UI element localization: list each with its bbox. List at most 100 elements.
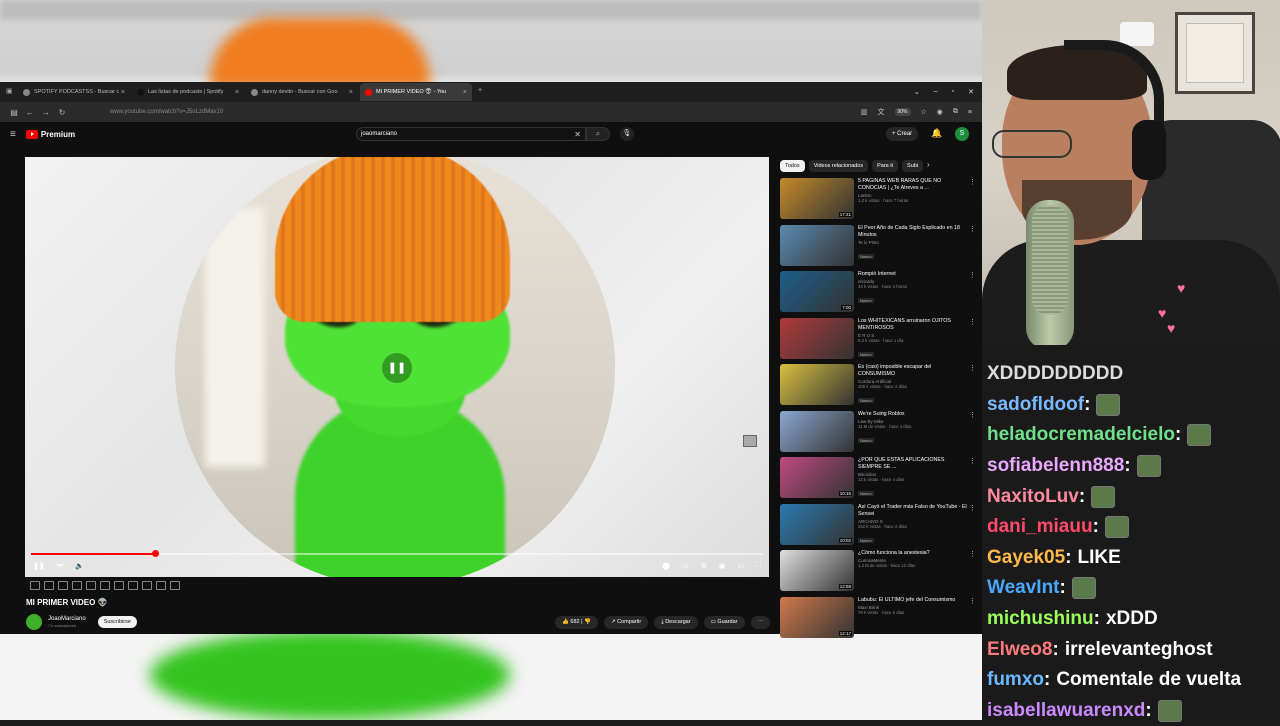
recommendation-channel[interactable]: Te lo Pinto xyxy=(858,240,967,245)
channel-name[interactable]: JoaoMarciano xyxy=(48,616,86,622)
reader-icon[interactable]: ▥ xyxy=(861,108,868,116)
thumbs-down-icon[interactable]: 👎 xyxy=(584,619,591,625)
recommendation-thumbnail[interactable]: 10:16 xyxy=(780,457,854,498)
more-options-icon[interactable]: ⋮ xyxy=(969,318,976,365)
close-window-icon[interactable]: ✕ xyxy=(968,88,974,96)
ext-settings-icon[interactable] xyxy=(170,581,180,590)
clear-search-icon[interactable]: ✕ xyxy=(574,130,581,139)
tab-spotify-lists[interactable]: Las listas de podcasts | Spotify × xyxy=(132,83,244,101)
speed-icon[interactable] xyxy=(114,581,124,590)
autoplay-toggle-icon[interactable]: ⬤ xyxy=(662,562,670,570)
progress-scrubber[interactable] xyxy=(151,550,159,557)
like-button[interactable]: 👍 682 | 👎 xyxy=(555,615,598,629)
chat-username[interactable]: Elweo8 xyxy=(987,639,1052,661)
recommendation-title[interactable]: Así Cayó el Trader más Falso de YouTube … xyxy=(858,504,967,518)
more-options-icon[interactable]: ⋮ xyxy=(969,225,976,272)
recommendation-thumbnail[interactable]: 7:00 xyxy=(780,271,854,312)
chat-username[interactable]: heladocremadelcielo xyxy=(987,424,1175,446)
youtube-logo[interactable]: Premium xyxy=(25,129,75,139)
notifications-bell-icon[interactable]: 🔔 xyxy=(931,128,942,139)
loop-icon[interactable] xyxy=(30,581,40,590)
volume-icon[interactable]: 🔈 xyxy=(75,562,84,570)
translate-icon[interactable]: 文 xyxy=(878,107,885,117)
recommendation-item[interactable]: 17:21 5 PAGINAS WEB RARAS QUE NO CONOCIAS… xyxy=(780,178,976,225)
more-options-icon[interactable]: ⋮ xyxy=(969,178,976,225)
download-button[interactable]: ⤓ Descargar xyxy=(654,615,698,629)
recommendation-title[interactable]: Es (casi) imposible escapar del CONSUMIS… xyxy=(858,364,967,378)
more-options-icon[interactable]: ⋮ xyxy=(969,364,976,411)
ab-icon[interactable] xyxy=(44,581,54,590)
channel-avatar[interactable] xyxy=(26,614,42,630)
recommendation-item[interactable]: 7:00 Rompió Internet elvicarly 43 k vistas … xyxy=(780,271,976,318)
stack-icon[interactable] xyxy=(100,581,110,590)
pause-overlay-icon[interactable]: ❚❚ xyxy=(382,353,412,383)
close-icon[interactable]: × xyxy=(235,89,239,96)
fullscreen-icon[interactable]: ⛶ xyxy=(756,562,761,570)
more-options-icon[interactable]: ⋮ xyxy=(969,597,976,644)
save-button[interactable]: ▭ Guardar xyxy=(703,615,745,629)
more-options-icon[interactable]: ⋮ xyxy=(969,411,976,458)
tab-danny-devito[interactable]: danny devito - Buscar con Goo × xyxy=(246,83,358,101)
recommendation-thumbnail[interactable] xyxy=(780,317,854,359)
chip-para-ti[interactable]: Para ti xyxy=(872,160,899,172)
mini-icon[interactable] xyxy=(86,581,96,590)
screenshot-icon[interactable] xyxy=(58,581,68,590)
user-avatar[interactable]: S xyxy=(955,127,969,141)
recommendation-item[interactable]: Los WHITEXICANS arruinaron OJITOS MENTIR… xyxy=(780,317,976,365)
recommendation-title[interactable]: 5 PAGINAS WEB RARAS QUE NO CONOCIAS | ¿T… xyxy=(858,178,967,192)
recommendation-item[interactable]: El Peor Año de Cada Siglo Explicado en 1… xyxy=(780,224,976,272)
chip-subidos[interactable]: Subi xyxy=(902,160,924,172)
close-icon[interactable]: × xyxy=(349,89,353,96)
maximize-icon[interactable]: ▫ xyxy=(952,88,954,96)
miniplayer-icon[interactable]: ▣ xyxy=(719,562,726,570)
recommendation-thumbnail[interactable]: 17:21 xyxy=(780,178,854,219)
close-icon[interactable]: × xyxy=(463,89,467,96)
more-actions-icon[interactable]: ⋯ xyxy=(750,615,770,629)
chat-username[interactable]: michushinu xyxy=(987,608,1094,630)
recommendation-thumbnail[interactable]: 10:02 xyxy=(780,503,854,545)
keyboard-icon[interactable] xyxy=(156,581,166,590)
recommendation-title[interactable]: Rompió Internet xyxy=(858,271,967,278)
settings-gear-icon[interactable]: ⚙ xyxy=(701,562,707,570)
more-options-icon[interactable]: ⋮ xyxy=(969,457,976,504)
frame-icon[interactable] xyxy=(128,581,138,590)
bookmark-star-icon[interactable]: ☆ xyxy=(921,108,927,116)
zoom-level[interactable]: 90% xyxy=(894,108,911,116)
chat-username[interactable]: XDDDDDDDDD xyxy=(987,363,1123,385)
extensions-icon[interactable]: ⧉ xyxy=(953,108,958,116)
recommendation-item[interactable]: Es (casi) imposible escapar del CONSUMIS… xyxy=(780,364,976,411)
new-tab-icon[interactable]: + xyxy=(478,87,488,97)
sidebar-icon[interactable]: ▤ xyxy=(6,108,22,117)
chat-username[interactable]: dani_miauu xyxy=(987,516,1093,538)
back-icon[interactable]: ← xyxy=(22,108,38,117)
video-player[interactable]: ❚❚ ❚❚ ⏭ 🔈 0:17 / 1:14 ⬤ ▭ ⚙ ▣ ▭ ⛶ xyxy=(25,157,769,577)
chat-username[interactable]: isabellawuarenxd xyxy=(987,700,1145,722)
recommendation-title[interactable]: El Peor Año de Cada Siglo Explicado en 1… xyxy=(858,225,967,239)
chevron-right-icon[interactable]: › xyxy=(927,160,930,172)
cinema-icon[interactable] xyxy=(72,581,82,590)
forward-icon[interactable]: → xyxy=(38,108,54,117)
recommendation-thumbnail[interactable]: 12:59 xyxy=(780,550,854,591)
chat-username[interactable]: Gayek05 xyxy=(987,547,1065,569)
recommendation-item[interactable]: We're Suing Roblox Law By Mike 11 M de vis… xyxy=(780,410,976,458)
chat-username[interactable]: sadofldoof xyxy=(987,394,1084,416)
more-options-icon[interactable]: ⋮ xyxy=(969,271,976,318)
recommendation-item[interactable]: 12:17 Labubu: El ÚLTIMO jefe del Consumis… xyxy=(780,596,976,644)
chat-username[interactable]: WeavInt xyxy=(987,577,1060,599)
hamburger-menu-icon[interactable]: ≡ xyxy=(10,129,16,140)
tab-list-icon[interactable]: ▣ xyxy=(6,87,16,97)
picture-in-picture-icon[interactable] xyxy=(743,435,757,447)
search-button[interactable]: ⌕ xyxy=(586,127,610,141)
close-icon[interactable]: × xyxy=(121,89,125,96)
recommendation-title[interactable]: ¿POR QUÉ ESTAS APLICACIONES SIEMPRE SE .… xyxy=(858,457,967,471)
recommendation-thumbnail[interactable]: 12:17 xyxy=(780,596,854,638)
pause-icon[interactable]: ❚❚ xyxy=(33,562,45,570)
reload-icon[interactable]: ↻ xyxy=(54,108,70,117)
chat-username[interactable]: sofiabelenn888 xyxy=(987,455,1124,477)
voice-search-button[interactable]: 🎙 xyxy=(620,127,634,141)
chat-username[interactable]: fumxo xyxy=(987,669,1044,691)
recommendation-item[interactable]: 12:59 ¿Cómo funciona la anestesia? Curiosa… xyxy=(780,550,976,597)
tab-youtube-video[interactable]: MI PRIMER VIDEO 👽 - You × xyxy=(360,83,472,101)
progress-bar[interactable] xyxy=(31,550,763,557)
recommendation-title[interactable]: ¿Cómo funciona la anestesia? xyxy=(858,550,967,557)
